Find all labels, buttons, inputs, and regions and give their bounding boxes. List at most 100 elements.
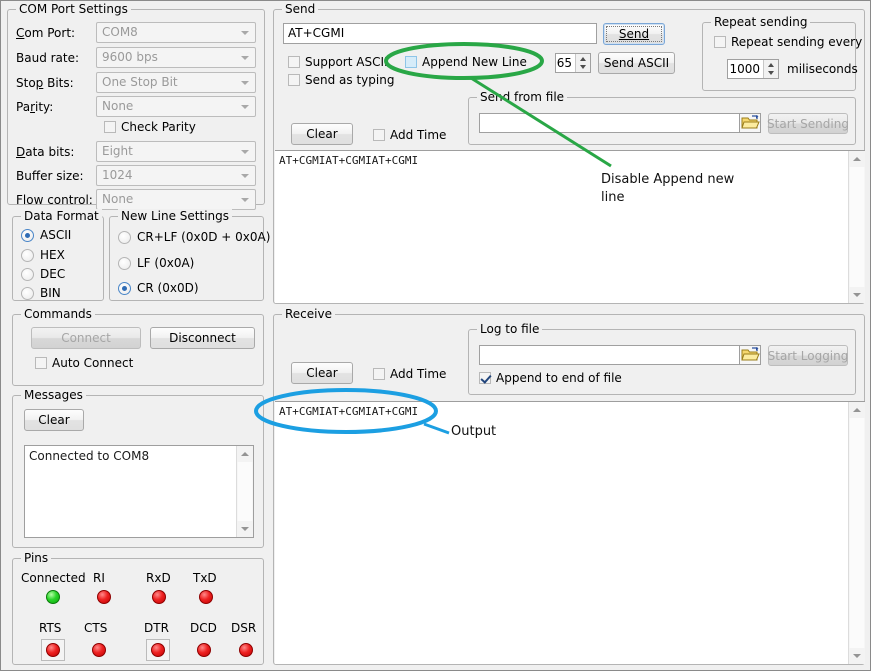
checkbox-box — [288, 74, 300, 86]
radio-data-format-ascii[interactable]: ASCII — [21, 228, 71, 242]
scroll-track[interactable] — [850, 418, 864, 648]
repeat-sending-title: Repeat sending — [711, 15, 810, 29]
auto-connect-checkbox[interactable]: Auto Connect — [35, 356, 133, 370]
chevron-down-icon — [241, 56, 249, 60]
receive-clear-button[interactable]: Clear — [291, 362, 353, 384]
receive-log[interactable]: AT+CGMIAT+CGMIAT+CGMI — [275, 401, 865, 664]
connect-button[interactable]: Connect — [31, 327, 141, 349]
pin-led-dsr — [239, 643, 253, 657]
new-line-settings-group: New Line Settings CR+LF (0x0D + 0x0A) LF… — [109, 216, 264, 301]
disconnect-button[interactable]: Disconnect — [150, 327, 255, 349]
spinner-down-icon[interactable] — [764, 69, 778, 78]
send-from-file-title: Send from file — [477, 90, 567, 104]
baud-rate-combo[interactable]: 9600 bps — [96, 47, 256, 68]
new-line-settings-title: New Line Settings — [118, 209, 232, 223]
chevron-down-icon — [241, 174, 249, 178]
repeat-interval-spinner[interactable]: 1000 — [727, 59, 779, 79]
send-file-path-input[interactable] — [479, 113, 745, 133]
radio-label: LF (0x0A) — [137, 256, 194, 270]
append-new-line-checkbox[interactable]: Append New Line — [405, 55, 527, 69]
radio-data-format-dec[interactable]: DEC — [21, 267, 65, 281]
receive-log-scrollbar[interactable] — [848, 402, 865, 664]
receive-add-time-label: Add Time — [390, 367, 446, 381]
ascii-code-spinner[interactable]: 65 — [555, 53, 591, 73]
send-as-typing-checkbox[interactable]: Send as typing — [288, 73, 394, 87]
spinner-buttons[interactable] — [575, 54, 590, 72]
receive-group: Receive Clear Add Time Log to file — [273, 314, 865, 665]
spinner-down-icon[interactable] — [576, 63, 590, 72]
commands-group: Commands Connect Disconnect Auto Connect — [12, 314, 264, 386]
radio-dot — [21, 229, 34, 242]
flow-control-combo[interactable]: None — [96, 189, 256, 210]
baud-rate-value: 9600 bps — [102, 50, 158, 64]
data-bits-combo[interactable]: Eight — [96, 141, 256, 162]
parity-combo[interactable]: None — [96, 96, 256, 117]
spinner-up-icon[interactable] — [764, 60, 778, 69]
send-title: Send — [282, 2, 318, 16]
scroll-down-arrow-icon[interactable] — [237, 521, 253, 537]
scroll-track[interactable] — [238, 462, 252, 521]
checkbox-box — [479, 372, 491, 384]
send-clear-button[interactable]: Clear — [291, 123, 353, 145]
stop-bits-combo[interactable]: One Stop Bit — [96, 72, 256, 93]
data-bits-value: Eight — [102, 144, 133, 158]
pin-label-rxd: RxD — [146, 571, 171, 585]
pin-label-cts: CTS — [84, 621, 107, 635]
radio-label: CR+LF (0x0D + 0x0A) — [137, 230, 270, 244]
pin-led-txd — [199, 590, 213, 604]
spinner-buttons[interactable] — [763, 60, 778, 78]
check-parity-checkbox[interactable]: Check Parity — [104, 120, 196, 134]
scroll-up-arrow-icon[interactable] — [849, 151, 865, 167]
send-file-browse-button[interactable] — [739, 113, 761, 133]
send-ascii-button[interactable]: Send ASCII — [598, 52, 675, 74]
send-log-scrollbar[interactable] — [848, 151, 865, 303]
repeat-unit-label: miliseconds — [787, 62, 858, 76]
append-end-of-file-checkbox[interactable]: Append to end of file — [479, 371, 622, 385]
stop-bits-value: One Stop Bit — [102, 75, 178, 89]
radio-dot — [118, 231, 131, 244]
pin-label-ri: RI — [93, 571, 105, 585]
radio-newline-crlf[interactable]: CR+LF (0x0D + 0x0A) — [118, 230, 270, 244]
folder-open-icon — [740, 346, 760, 364]
radio-data-format-hex[interactable]: HEX — [21, 248, 65, 262]
messages-scrollbar[interactable] — [236, 446, 253, 537]
com-port-combo[interactable]: COM8 — [96, 22, 256, 43]
start-sending-button[interactable]: Start Sending — [768, 113, 848, 134]
messages-clear-button[interactable]: Clear — [24, 409, 84, 431]
connect-label: Connect — [61, 331, 111, 345]
buffer-size-combo[interactable]: 1024 — [96, 165, 256, 186]
send-add-time-checkbox[interactable]: Add Time — [373, 128, 446, 142]
scroll-up-arrow-icon[interactable] — [237, 446, 253, 462]
start-logging-label: Start Logging — [768, 349, 849, 363]
start-logging-button[interactable]: Start Logging — [768, 345, 848, 366]
scroll-down-arrow-icon[interactable] — [849, 648, 865, 664]
log-file-path-input[interactable] — [479, 345, 745, 365]
ascii-code-value: 65 — [556, 56, 575, 70]
radio-dot — [21, 268, 34, 281]
radio-data-format-bin[interactable]: BIN — [21, 286, 61, 300]
receive-add-time-checkbox[interactable]: Add Time — [373, 367, 446, 381]
checkbox-box — [373, 129, 385, 141]
radio-newline-lf[interactable]: LF (0x0A) — [118, 256, 194, 270]
radio-newline-cr[interactable]: CR (0x0D) — [118, 281, 199, 295]
send-log[interactable]: AT+CGMIAT+CGMIAT+CGMI — [275, 150, 865, 303]
repeat-sending-checkbox[interactable]: Repeat sending every — [714, 35, 862, 49]
checkbox-box — [373, 368, 385, 380]
support-ascii-checkbox[interactable]: Support ASCII — [288, 55, 388, 69]
scroll-track[interactable] — [850, 167, 864, 287]
radio-dot — [118, 257, 131, 270]
spinner-up-icon[interactable] — [576, 54, 590, 63]
flow-control-label: Flow control: — [16, 193, 93, 207]
receive-log-text: AT+CGMIAT+CGMIAT+CGMI — [279, 405, 847, 418]
radio-label: ASCII — [40, 228, 71, 242]
send-button[interactable]: Send — [603, 23, 665, 45]
repeat-sending-label: Repeat sending every — [731, 35, 862, 49]
send-command-input[interactable]: AT+CGMI — [283, 23, 597, 44]
radio-label: CR (0x0D) — [137, 281, 199, 295]
messages-log[interactable]: Connected to COM8 — [24, 445, 254, 538]
append-new-line-label: Append New Line — [422, 55, 527, 69]
scroll-down-arrow-icon[interactable] — [849, 287, 865, 303]
scroll-up-arrow-icon[interactable] — [849, 402, 865, 418]
log-file-browse-button[interactable] — [739, 345, 761, 365]
start-sending-label: Start Sending — [767, 117, 849, 131]
